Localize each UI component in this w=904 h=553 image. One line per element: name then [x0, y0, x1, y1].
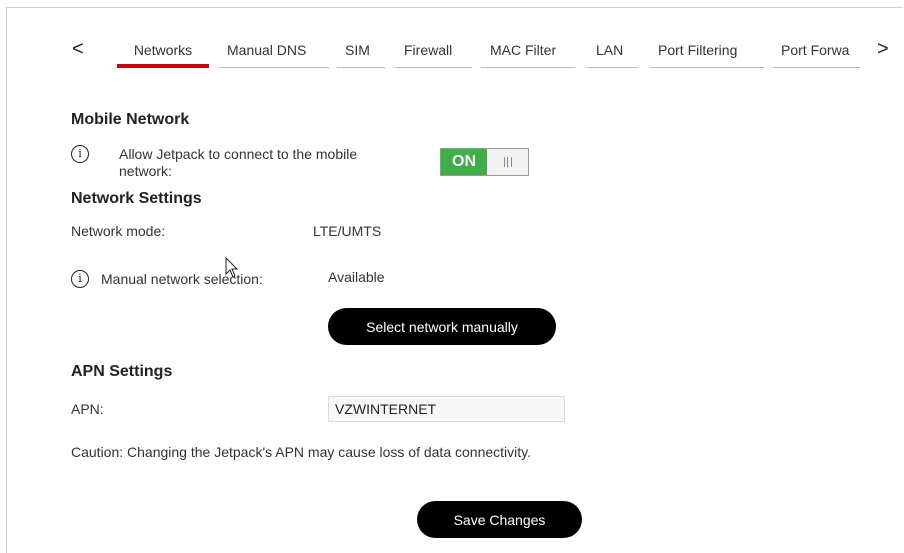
info-icon[interactable]: i [71, 270, 89, 288]
mobile-network-toggle[interactable]: ON [440, 148, 529, 176]
tab-port-filtering[interactable]: Port Filtering [650, 42, 764, 68]
apn-settings-title: APN Settings [71, 363, 173, 380]
apn-label: APN: [71, 401, 104, 417]
tab-sim[interactable]: SIM [337, 42, 385, 68]
mouse-pointer-icon [225, 257, 239, 278]
network-mode-value: LTE/UMTS [313, 223, 382, 239]
tab-mac-filter[interactable]: MAC Filter [481, 42, 575, 68]
toggle-knob [487, 149, 528, 175]
network-settings-title: Network Settings [71, 190, 202, 207]
apn-caution-text: Caution: Changing the Jetpack's APN may … [71, 444, 531, 460]
grip-icon [503, 157, 512, 167]
select-network-button[interactable]: Select network manually [328, 308, 556, 345]
tab-firewall[interactable]: Firewall [395, 42, 472, 68]
chevron-left-icon[interactable]: < [72, 38, 84, 60]
manual-selection-value: Available [328, 269, 385, 285]
tab-lan[interactable]: LAN [587, 42, 638, 68]
toggle-on-label: ON [441, 149, 487, 175]
tab-port-forwarding[interactable]: Port Forwa [773, 42, 860, 68]
network-mode-label: Network mode: [71, 223, 166, 239]
tab-networks[interactable]: Networks [117, 42, 209, 68]
chevron-right-icon[interactable]: > [877, 38, 889, 60]
apn-input[interactable] [328, 396, 565, 422]
save-changes-button[interactable]: Save Changes [417, 501, 582, 538]
info-icon[interactable]: i [71, 145, 89, 163]
tab-manual-dns[interactable]: Manual DNS [219, 42, 329, 68]
mobile-network-title: Mobile Network [71, 111, 190, 128]
allow-connect-label: Allow Jetpack to connect to the mobile n… [119, 146, 358, 179]
